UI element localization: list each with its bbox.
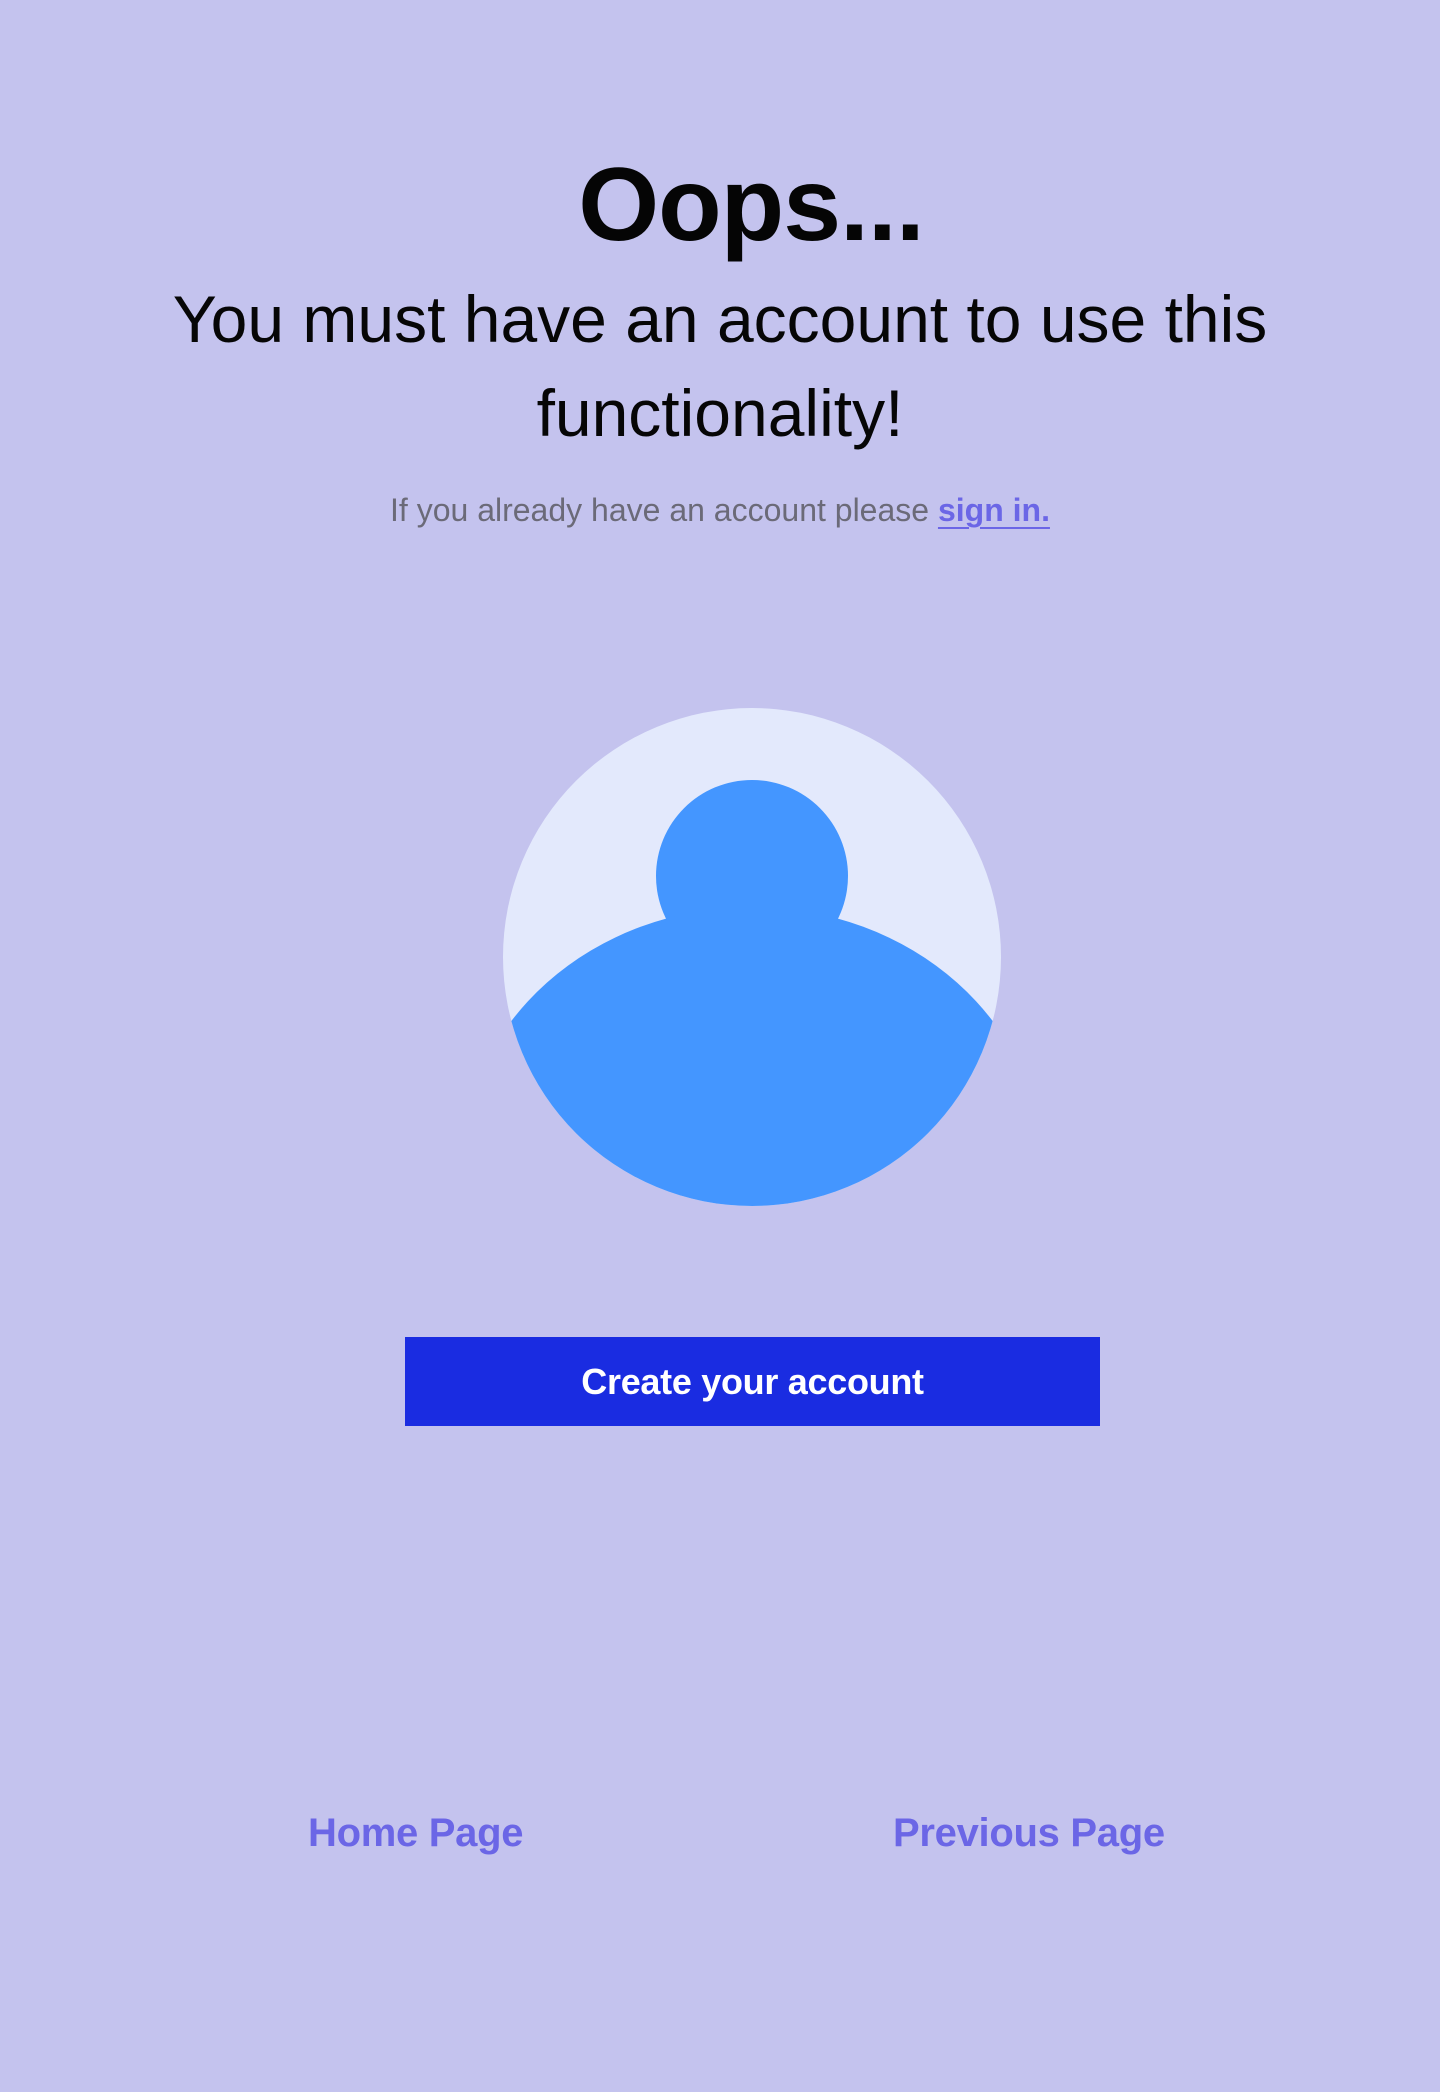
user-avatar-icon (503, 708, 1001, 1206)
signin-link[interactable]: sign in. (938, 492, 1050, 528)
signin-prompt: If you already have an account please si… (0, 486, 1440, 534)
create-account-button[interactable]: Create your account (405, 1337, 1100, 1426)
page-subtitle: You must have an account to use this fun… (172, 282, 1268, 450)
previous-page-link[interactable]: Previous Page (893, 1806, 1165, 1860)
user-avatar-graphic (503, 708, 1001, 1206)
signin-prompt-text: If you already have an account please (390, 492, 938, 528)
page-title: Oops... (578, 147, 924, 263)
home-page-link[interactable]: Home Page (308, 1806, 523, 1860)
